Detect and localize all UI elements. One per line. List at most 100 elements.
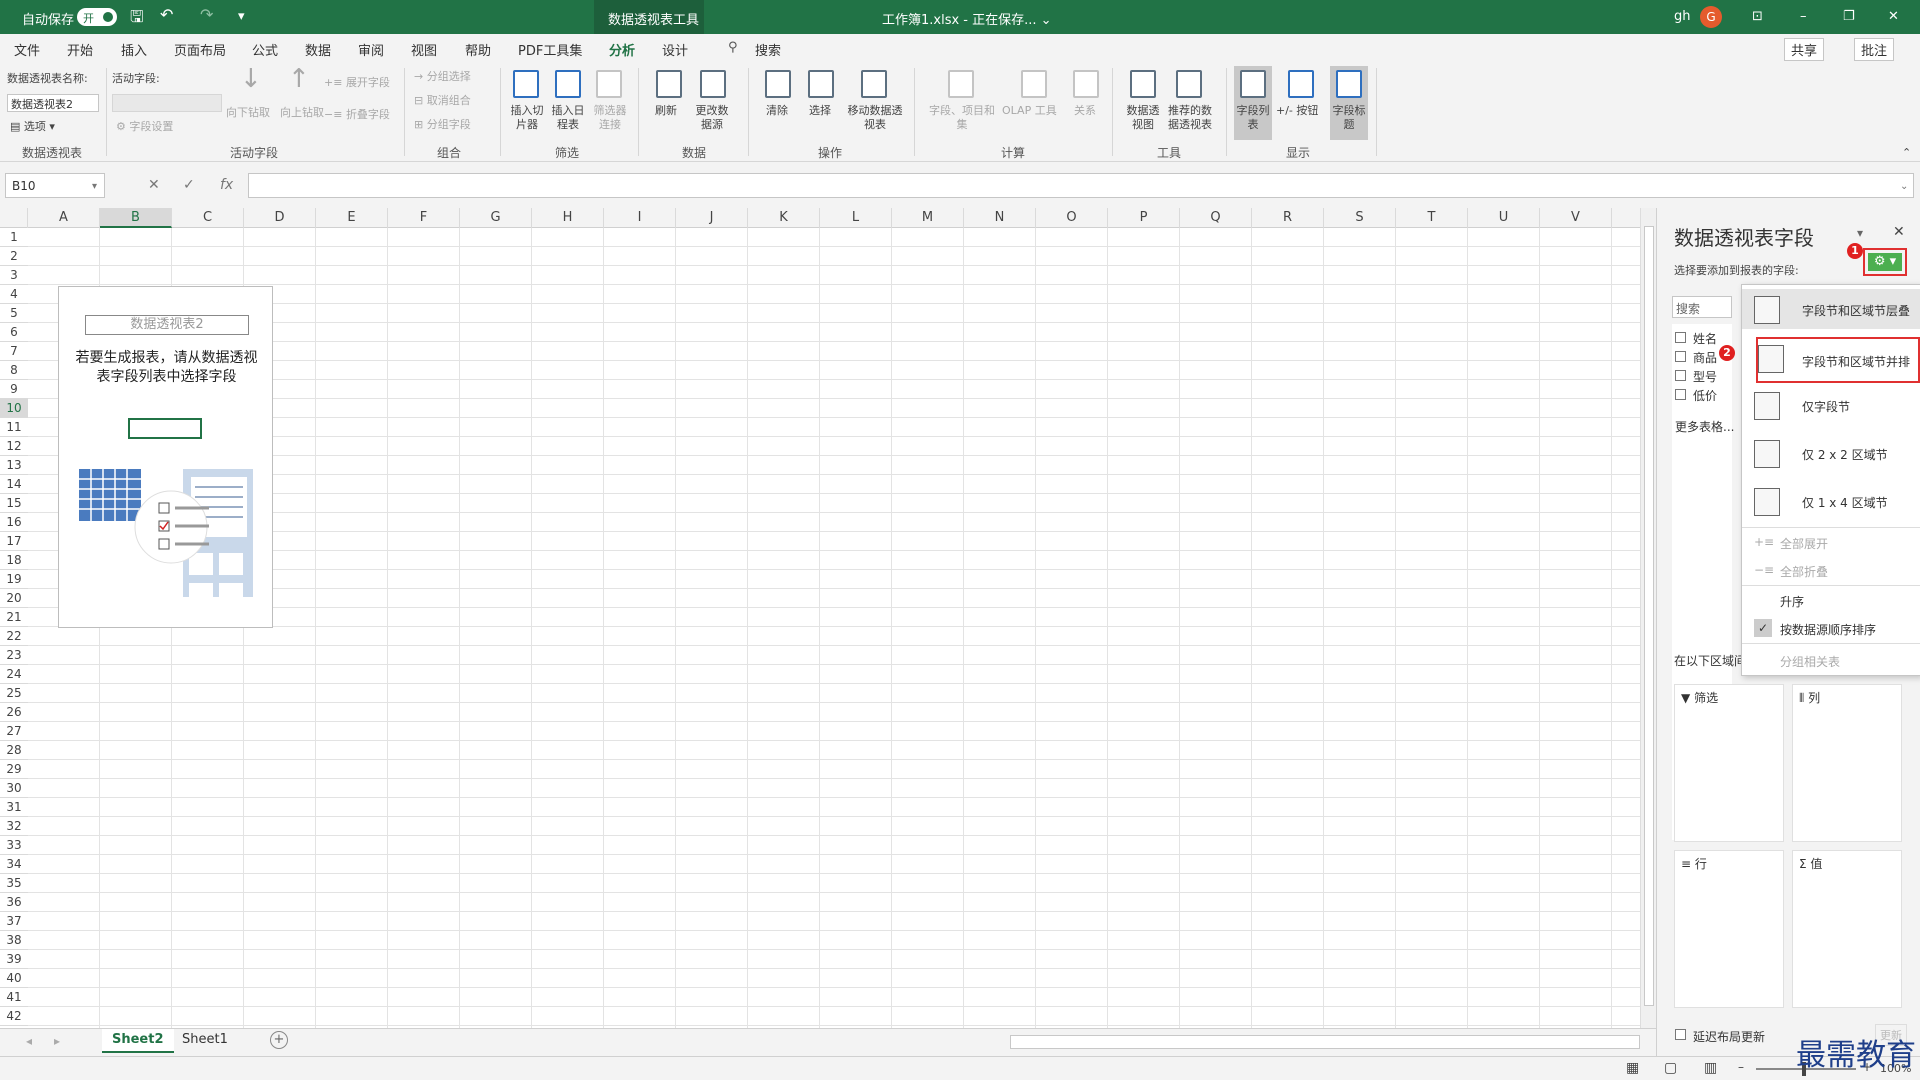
column-header[interactable]: T (1396, 208, 1468, 228)
zoom-out-icon[interactable]: – (1738, 1060, 1744, 1074)
row-header[interactable]: 39 (0, 950, 28, 969)
minimize-button[interactable]: – (1800, 9, 1807, 24)
horizontal-scrollbar[interactable] (1010, 1035, 1640, 1049)
column-header[interactable]: N (964, 208, 1036, 228)
row-header[interactable]: 14 (0, 475, 28, 494)
panel-options-dropdown-icon[interactable]: ▾ (1857, 226, 1863, 240)
undo-icon[interactable]: ↶ (160, 5, 173, 24)
page-break-view-icon[interactable]: ▥ (1704, 1060, 1717, 1076)
menu-item-areas-2x2[interactable]: 仅 2 x 2 区域节 (1742, 433, 1920, 473)
column-header[interactable]: H (532, 208, 604, 228)
row-header[interactable]: 22 (0, 627, 28, 646)
row-header[interactable]: 32 (0, 817, 28, 836)
row-header[interactable]: 41 (0, 988, 28, 1007)
column-header[interactable]: V (1540, 208, 1612, 228)
menu-item-stacked[interactable]: 字段节和区域节层叠 (1742, 289, 1920, 329)
row-header[interactable]: 23 (0, 646, 28, 665)
row-header[interactable]: 28 (0, 741, 28, 760)
column-header[interactable]: Q (1180, 208, 1252, 228)
row-header[interactable]: 6 (0, 323, 28, 342)
close-button[interactable]: ✕ (1888, 9, 1899, 24)
column-header[interactable]: R (1252, 208, 1324, 228)
row-header[interactable]: 4 (0, 285, 28, 304)
column-header[interactable]: F (388, 208, 460, 228)
row-header[interactable]: 25 (0, 684, 28, 703)
column-header[interactable]: G (460, 208, 532, 228)
row-header[interactable]: 12 (0, 437, 28, 456)
row-header[interactable]: 36 (0, 893, 28, 912)
row-header[interactable]: 31 (0, 798, 28, 817)
select-button[interactable]: 选择 (809, 104, 831, 118)
row-header[interactable]: 15 (0, 494, 28, 513)
select-all-corner[interactable] (0, 208, 28, 228)
recommended-pivot-button[interactable]: 推荐的数据透视表 (1164, 104, 1216, 132)
pt-name-input[interactable]: 数据透视表2 (7, 94, 99, 112)
column-header[interactable]: A (28, 208, 100, 228)
tab-file[interactable]: 文件 (14, 40, 40, 59)
tab-view[interactable]: 视图 (411, 40, 437, 59)
menu-item-sort-source[interactable]: ✓ 按数据源顺序排序 (1742, 615, 1920, 641)
collapse-ribbon-icon[interactable]: ⌃ (1902, 146, 1911, 160)
tab-review[interactable]: 审阅 (358, 40, 384, 59)
row-header[interactable]: 7 (0, 342, 28, 361)
window-title[interactable]: 工作簿1.xlsx - 正在保存... ⌄ (882, 9, 1052, 28)
options-button[interactable]: ▤ 选项 ▾ (10, 120, 55, 134)
page-layout-view-icon[interactable]: ▢ (1664, 1060, 1677, 1076)
save-icon[interactable]: 🖫 (130, 6, 144, 33)
enter-button[interactable]: ✓ (183, 177, 195, 193)
row-header[interactable]: 11 (0, 418, 28, 437)
column-header[interactable]: D (244, 208, 316, 228)
move-pivot-button[interactable]: 移动数据透视表 (844, 104, 906, 132)
field-list-button[interactable]: 字段列表 (1236, 104, 1270, 132)
clear-button[interactable]: 清除 (766, 104, 788, 118)
pivot-table-placeholder[interactable]: 数据透视表2 若要生成报表，请从数据透视 表字段列表中选择字段 (58, 286, 273, 628)
cell-grid[interactable]: 数据透视表2 若要生成报表，请从数据透视 表字段列表中选择字段 (28, 228, 1640, 1028)
menu-item-areas-1x4[interactable]: 仅 1 x 4 区域节 (1742, 481, 1920, 521)
restore-button[interactable]: ❐ (1843, 9, 1855, 24)
defer-update-checkbox[interactable] (1675, 1029, 1686, 1040)
vertical-scroll-thumb[interactable] (1644, 226, 1654, 1006)
filters-area[interactable]: ▼ 筛选 (1674, 684, 1784, 842)
column-header[interactable]: O (1036, 208, 1108, 228)
column-header[interactable]: J (676, 208, 748, 228)
row-header[interactable]: 13 (0, 456, 28, 475)
tab-help[interactable]: 帮助 (465, 40, 491, 59)
column-header[interactable]: U (1468, 208, 1540, 228)
row-header[interactable]: 19 (0, 570, 28, 589)
autosave-toggle[interactable]: 开 (77, 8, 117, 26)
row-header[interactable]: 9 (0, 380, 28, 399)
prev-sheet-icon[interactable]: ◂ (26, 1034, 32, 1048)
pivot-chart-button[interactable]: 数据透视图 (1124, 104, 1162, 132)
row-header[interactable]: 34 (0, 855, 28, 874)
avatar[interactable]: G (1700, 6, 1722, 28)
tab-insert[interactable]: 插入 (121, 40, 147, 59)
quick-access-dropdown-icon[interactable]: ▾ (238, 9, 245, 24)
menu-item-fields-only[interactable]: 仅字段节 (1742, 385, 1920, 425)
next-sheet-icon[interactable]: ▸ (54, 1034, 60, 1048)
row-header[interactable]: 10 (0, 399, 28, 418)
formula-input[interactable] (248, 173, 1914, 198)
tell-me-search[interactable]: 搜索 (755, 40, 781, 59)
column-header[interactable]: P (1108, 208, 1180, 228)
field-checkbox-product[interactable] (1675, 351, 1686, 362)
row-header[interactable]: 16 (0, 513, 28, 532)
row-header[interactable]: 18 (0, 551, 28, 570)
row-header[interactable]: 27 (0, 722, 28, 741)
field-headers-button[interactable]: 字段标题 (1332, 104, 1366, 132)
name-box-dropdown-icon[interactable]: ▾ (92, 181, 97, 192)
row-header[interactable]: 30 (0, 779, 28, 798)
tab-home[interactable]: 开始 (67, 40, 93, 59)
tab-data[interactable]: 数据 (305, 40, 331, 59)
tab-analyze[interactable]: 分析 (609, 40, 636, 65)
refresh-button[interactable]: 刷新 (655, 104, 677, 118)
row-header[interactable]: 33 (0, 836, 28, 855)
tab-formulas[interactable]: 公式 (252, 40, 278, 59)
expand-formula-icon[interactable]: ⌄ (1900, 181, 1908, 192)
field-checkbox-price[interactable] (1675, 389, 1686, 400)
tab-page-layout[interactable]: 页面布局 (174, 40, 226, 59)
insert-timeline-button[interactable]: 插入日程表 (550, 104, 586, 132)
column-header[interactable]: K (748, 208, 820, 228)
row-header[interactable]: 40 (0, 969, 28, 988)
column-header[interactable]: L (820, 208, 892, 228)
field-search-input[interactable]: 搜索 (1672, 296, 1732, 318)
